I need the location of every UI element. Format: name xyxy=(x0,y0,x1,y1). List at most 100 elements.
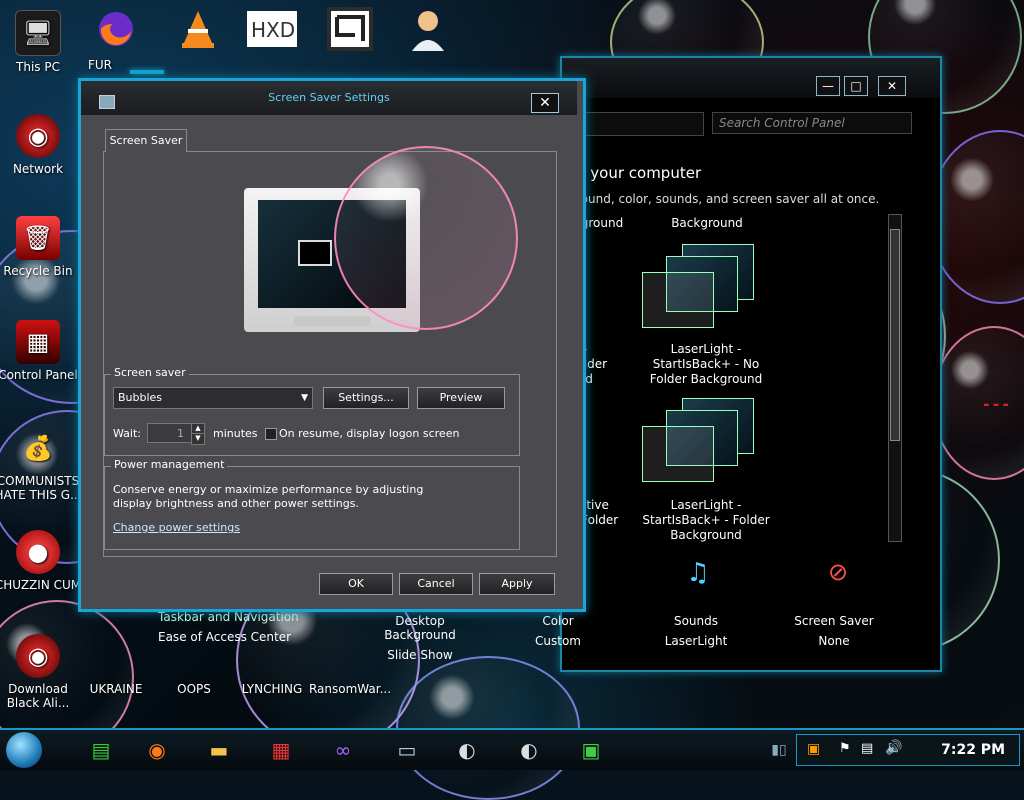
minutes-label: minutes xyxy=(213,427,258,440)
frame-line-top xyxy=(130,70,164,74)
monitor-small-icon xyxy=(99,95,115,109)
taskbar: ▤ ◉ ▬ ▦ ∞ ▭ ◐ ◐ ▣ ▮▯ ▣ ⚑ ▤ 🔊 7:22 PM xyxy=(0,728,1024,770)
svg-text:HXD: HXD xyxy=(251,18,295,42)
dialog-close-button[interactable]: ✕ xyxy=(531,93,559,113)
desktop-icon-label: Download Black Ali... xyxy=(6,682,70,710)
desktop-icon-network[interactable]: ◉ Network xyxy=(0,114,82,176)
desktop-icon-download-black[interactable]: ◉ Download Black Ali... xyxy=(0,634,82,710)
firefox-icon[interactable]: ◉ xyxy=(140,736,174,764)
monitor-icon[interactable]: ▭ xyxy=(390,736,424,764)
page-title: n your computer xyxy=(576,164,702,182)
desktop-icon-communists[interactable]: 💰 COMMUNISTS HATE THIS G... xyxy=(0,426,82,502)
desktop-icon-label: OOPS xyxy=(177,682,211,696)
close-button[interactable]: ✕ xyxy=(878,76,906,96)
preview-button[interactable]: Preview xyxy=(417,387,505,409)
alienware-icon[interactable]: ▦ xyxy=(264,736,298,764)
chevron-down-icon: ▼ xyxy=(301,393,308,403)
maximize-button[interactable]: □ xyxy=(844,76,868,96)
desktop-icon-lynching[interactable]: LYNCHING xyxy=(228,682,316,696)
vlc-icon[interactable] xyxy=(172,6,224,52)
recycle-bin-icon: 🗑 xyxy=(16,216,60,260)
show-desktop-icon[interactable]: ▮▯ xyxy=(762,736,796,764)
hud-decoration: ▬ ▬ ▬ xyxy=(984,400,1009,409)
item-title: Desktop Background xyxy=(384,614,456,642)
music-notes-icon: ♫ xyxy=(686,558,710,588)
desktop-icon-label: Recycle Bin xyxy=(3,264,73,278)
screen-saver-dialog[interactable]: Screen Saver Settings ✕ Screen Saver Scr… xyxy=(78,78,586,612)
mask-icon[interactable]: ∞ xyxy=(326,736,360,764)
desktop-icon-label: UKRAINE xyxy=(89,682,143,696)
desktop-icon-label: CHUZZIN CUM xyxy=(0,578,82,592)
network-icon: ◉ xyxy=(16,114,60,158)
search-input[interactable]: Search Control Panel xyxy=(712,112,912,134)
color-item[interactable]: Color Custom xyxy=(520,614,596,648)
desktop-icon-chuzzin[interactable]: ● CHUZZIN CUM xyxy=(0,530,82,592)
minimize-button[interactable]: — xyxy=(816,76,840,96)
sounds-item[interactable]: Sounds LaserLight xyxy=(656,614,736,648)
alien-head-icon[interactable]: ◐ xyxy=(450,736,484,764)
desktop-icon-label: LYNCHING xyxy=(241,682,303,696)
resume-logon-checkbox[interactable] xyxy=(265,428,277,440)
personalization-window[interactable]: — □ ✕ Search Control Panel n your comput… xyxy=(560,56,942,672)
system-tray: ▣ ⚑ ▤ 🔊 7:22 PM xyxy=(796,734,1020,766)
sounds-button[interactable]: ♫ xyxy=(658,558,738,588)
left-link-ease-of-access[interactable]: Ease of Access Center xyxy=(158,630,291,644)
theme-label: LaserLight - StartIsBack+ - Folder Backg… xyxy=(642,498,770,542)
desktop-icon-label: RansomWar... xyxy=(308,682,392,696)
desktop-icon-control-panel[interactable]: ▦ Control Panel xyxy=(0,320,82,382)
doctor-icon[interactable] xyxy=(402,6,454,52)
hxd-icon[interactable]: HXD xyxy=(246,6,298,52)
page-subtitle: round, color, sounds, and screen saver a… xyxy=(576,192,880,206)
dialog-title: Screen Saver Settings xyxy=(268,91,390,104)
screen-saver-button[interactable]: ⊘ xyxy=(798,558,878,586)
item-title: Screen Saver xyxy=(794,614,874,628)
settings-button[interactable]: Settings... xyxy=(323,387,409,409)
desktop-background-item[interactable]: Desktop Background Slide Show xyxy=(360,614,480,662)
volume-icon[interactable]: 🔊 xyxy=(885,740,902,756)
power-management-group: Power management Conserve energy or maxi… xyxy=(104,458,520,550)
notes-icon[interactable]: ▤ xyxy=(84,736,118,764)
desktop-icon-oops[interactable]: OOPS xyxy=(150,682,238,696)
file-explorer-icon[interactable]: ▬ xyxy=(202,736,236,764)
maze-icon[interactable] xyxy=(324,6,376,52)
firefox-icon[interactable] xyxy=(90,6,142,52)
screen-saver-item[interactable]: Screen Saver None xyxy=(794,614,874,648)
item-title: Color xyxy=(542,614,574,628)
apply-button[interactable]: Apply xyxy=(479,573,555,595)
ok-button[interactable]: OK xyxy=(319,573,393,595)
control-panel-icon[interactable]: ▣ xyxy=(574,736,608,764)
network-icon[interactable]: ▤ xyxy=(861,741,873,756)
cancel-button[interactable]: Cancel xyxy=(399,573,473,595)
item-value: None xyxy=(818,634,850,648)
alienware-icon: ◉ xyxy=(16,634,60,678)
left-link-taskbar[interactable]: Taskbar and Navigation xyxy=(158,610,299,624)
item-title: Sounds xyxy=(673,614,719,628)
desktop-icon-ukraine[interactable]: UKRAINE xyxy=(72,682,160,696)
desktop-icon-ransomware[interactable]: RansomWar... xyxy=(306,682,394,696)
desktop-icon-this-pc[interactable]: 🖥 This PC xyxy=(0,10,82,74)
start-button[interactable] xyxy=(6,732,42,768)
flag-icon[interactable]: ⚑ xyxy=(839,741,851,756)
group-label: Screen saver xyxy=(111,366,189,379)
screen-saver-select[interactable]: Bubbles ▼ xyxy=(113,387,313,409)
tab-screen-saver[interactable]: Screen Saver xyxy=(105,129,187,152)
theme-thumbnail[interactable] xyxy=(642,398,762,482)
change-power-settings-link[interactable]: Change power settings xyxy=(113,521,240,534)
alien-head-icon[interactable]: ◐ xyxy=(512,736,546,764)
preview-screen xyxy=(258,200,406,308)
desktop-icon-label: This PC xyxy=(16,60,60,74)
dialog-titlebar[interactable]: Screen Saver Settings xyxy=(81,81,577,115)
item-value: Slide Show xyxy=(387,648,453,662)
power-description: Conserve energy or maximize performance … xyxy=(113,483,424,510)
scrollbar-thumb[interactable] xyxy=(890,229,900,441)
spinner-down-button[interactable]: ▼ xyxy=(191,433,205,445)
screen-preview-monitor xyxy=(244,188,420,332)
desktop-icon-recycle-bin[interactable]: 🗑 Recycle Bin xyxy=(0,216,82,278)
desktop-icon-label: Network xyxy=(12,162,64,176)
vertical-scrollbar[interactable] xyxy=(888,214,902,542)
clock[interactable]: 7:22 PM xyxy=(941,742,1005,758)
tray-app-icon[interactable]: ▣ xyxy=(807,741,820,757)
control-panel-icon: ▦ xyxy=(16,320,60,364)
computer-icon: 🖥 xyxy=(15,10,61,56)
theme-thumbnail[interactable] xyxy=(642,244,762,328)
